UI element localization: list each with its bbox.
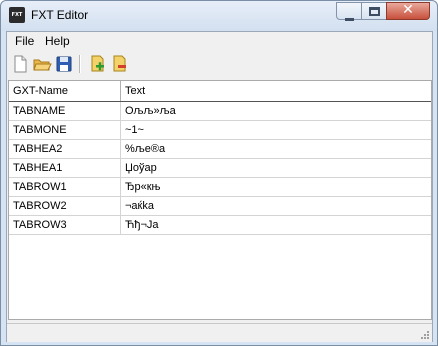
save-disk-icon <box>56 56 72 72</box>
cell-gxt-name[interactable]: TABMONE <box>9 121 121 139</box>
cell-gxt-name[interactable]: TABROW2 <box>9 197 121 215</box>
cell-gxt-name[interactable]: TABROW3 <box>9 216 121 234</box>
cell-text[interactable]: ¬aќka <box>121 197 431 215</box>
add-entry-icon <box>91 55 104 72</box>
column-header-text[interactable]: Text <box>121 81 431 101</box>
menu-help[interactable]: Help <box>42 34 73 48</box>
close-button[interactable]: ✕ <box>386 2 430 20</box>
app-icon: FXT <box>9 7 25 23</box>
minimize-icon <box>337 11 361 24</box>
toolbar-separator <box>79 55 81 73</box>
menu-file[interactable]: File <box>12 34 37 48</box>
table-row[interactable]: TABROW1 Ђр«књ <box>9 178 431 197</box>
toolbar <box>7 51 432 77</box>
title-bar[interactable]: FXT FXT Editor ✕ <box>1 1 437 31</box>
cell-gxt-name[interactable]: TABROW1 <box>9 178 121 196</box>
new-file-button[interactable] <box>10 54 30 74</box>
status-bar <box>7 323 432 342</box>
table-row[interactable]: TABNAME Ољљ»љa <box>9 102 431 121</box>
client-area: File Help GXT-Name Text TABNAME Ољљ»љa T… <box>6 31 433 342</box>
table-header: GXT-Name Text <box>9 81 431 102</box>
open-folder-icon <box>33 59 52 71</box>
window-title: FXT Editor <box>31 8 89 22</box>
cell-text[interactable]: ~1~ <box>121 121 431 139</box>
maximize-button[interactable] <box>361 2 387 20</box>
cell-gxt-name[interactable]: TABNAME <box>9 102 121 120</box>
cell-text[interactable]: Ољљ»љa <box>121 102 431 120</box>
app-window: FXT FXT Editor ✕ File Help GXT-Name Text… <box>0 0 438 346</box>
cell-text[interactable]: Џоўар <box>121 159 431 177</box>
new-file-icon <box>14 55 27 73</box>
cell-gxt-name[interactable]: TABHEA2 <box>9 140 121 158</box>
menu-bar: File Help <box>7 32 432 51</box>
table-row[interactable]: TABROW2 ¬aќka <box>9 197 431 216</box>
cell-gxt-name[interactable]: TABHEA1 <box>9 159 121 177</box>
close-icon: ✕ <box>402 2 414 18</box>
entries-table[interactable]: GXT-Name Text TABNAME Ољљ»љa TABMONE ~1~… <box>8 80 432 320</box>
maximize-icon <box>362 6 386 19</box>
column-header-gxt-name[interactable]: GXT-Name <box>9 81 121 101</box>
save-button[interactable] <box>54 54 74 74</box>
minimize-button[interactable] <box>336 2 362 21</box>
open-button[interactable] <box>32 54 52 74</box>
table-row[interactable]: TABHEA2 %љe®a <box>9 140 431 159</box>
add-entry-button[interactable] <box>87 54 107 74</box>
table-row[interactable]: TABHEA1 Џоўар <box>9 159 431 178</box>
cell-text[interactable]: %љe®a <box>121 140 431 158</box>
remove-entry-icon <box>113 55 126 72</box>
table-row[interactable]: TABROW3 Ћђ¬Ja <box>9 216 431 235</box>
remove-entry-button[interactable] <box>109 54 129 74</box>
cell-text[interactable]: Ђр«књ <box>121 178 431 196</box>
resize-grip-icon[interactable] <box>420 330 430 340</box>
cell-text[interactable]: Ћђ¬Ja <box>121 216 431 234</box>
table-row[interactable]: TABMONE ~1~ <box>9 121 431 140</box>
